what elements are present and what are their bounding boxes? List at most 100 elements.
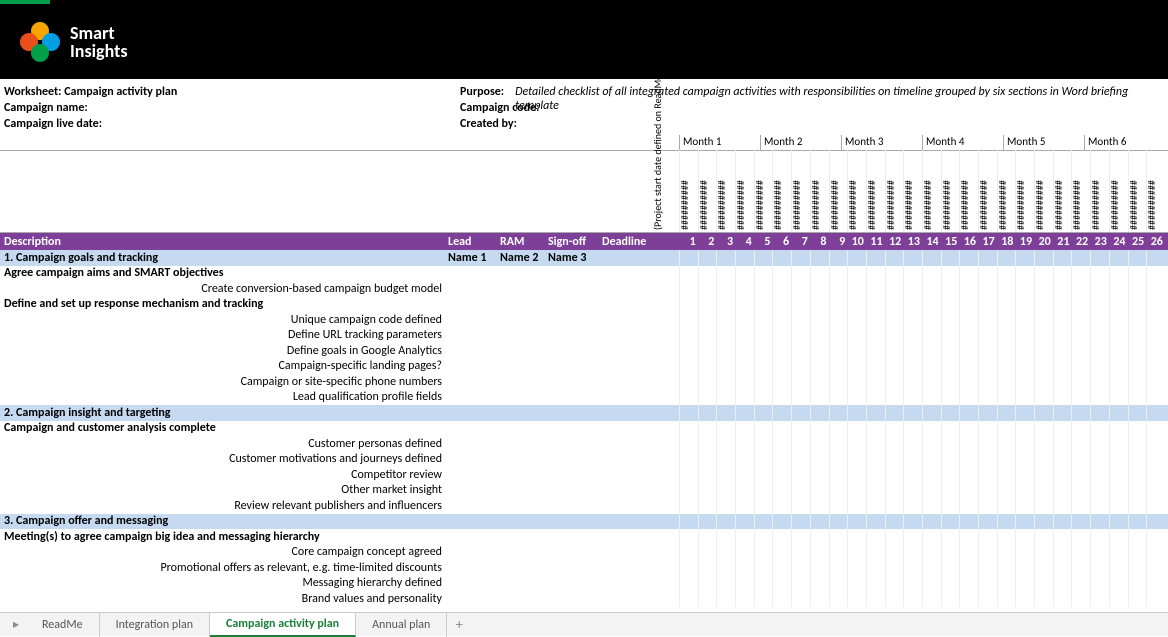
date-column: ##########: [903, 150, 922, 232]
table-row[interactable]: Define and set up response mechanism and…: [0, 297, 1168, 313]
sheet-tabs: ▸ ReadMeIntegration planCampaign activit…: [0, 612, 1168, 636]
table-row[interactable]: Brand values and personality: [0, 591, 1168, 607]
row-timeline: [664, 250, 1168, 266]
table-row[interactable]: Unique campaign code defined: [0, 312, 1168, 328]
date-column: ##########: [772, 150, 791, 232]
table-row[interactable]: Competitor review: [0, 467, 1168, 483]
table-row[interactable]: 2. Campaign insight and targeting: [0, 405, 1168, 421]
date-column: ##########: [978, 150, 997, 232]
table-row[interactable]: Other market insight: [0, 483, 1168, 499]
date-column: ##########: [698, 150, 717, 232]
table-row[interactable]: Agree campaign aims and SMART objectives: [0, 266, 1168, 282]
week-number: 18: [997, 235, 1016, 249]
row-timeline: [664, 312, 1168, 328]
row-description: Create conversion-based campaign budget …: [0, 282, 448, 296]
week-number: 21: [1053, 235, 1072, 249]
row-timeline: [664, 529, 1168, 545]
months-row: Month 1Month 2Month 3Month 4Month 5Month…: [0, 135, 1168, 151]
sheet-tab[interactable]: Annual plan: [356, 613, 447, 637]
row-timeline: [664, 405, 1168, 421]
sheet-tab[interactable]: Campaign activity plan: [210, 613, 356, 637]
month-header: Month 5: [1003, 135, 1084, 150]
column-headers: Description Lead RAM Sign-off Deadline 1…: [0, 233, 1168, 250]
worksheet-label: Worksheet: Campaign activity plan: [4, 85, 177, 101]
table-row[interactable]: Create conversion-based campaign budget …: [0, 281, 1168, 297]
add-sheet-button[interactable]: +: [447, 616, 471, 633]
date-column: ##########: [735, 150, 754, 232]
month-header: Month 6: [1084, 135, 1165, 150]
date-column: ##########: [1109, 150, 1128, 232]
date-column: ##########: [1053, 150, 1072, 232]
row-description: Brand values and personality: [0, 592, 448, 606]
campaign-name-label: Campaign name:: [4, 101, 104, 117]
table-row[interactable]: Campaign-specific landing pages?: [0, 359, 1168, 375]
row-timeline: [664, 297, 1168, 313]
row-timeline: [664, 390, 1168, 406]
tab-nav-prev-icon[interactable]: ▸: [6, 617, 26, 632]
table-row[interactable]: 3. Campaign offer and messaging: [0, 514, 1168, 530]
row-description: Campaign-specific landing pages?: [0, 359, 448, 373]
sheet-tab[interactable]: ReadMe: [26, 613, 100, 637]
week-number: 13: [903, 235, 922, 249]
row-timeline: [664, 483, 1168, 499]
row-description: Customer motivations and journeys define…: [0, 452, 448, 466]
table-row[interactable]: Customer personas defined: [0, 436, 1168, 452]
table-row[interactable]: 1. Campaign goals and trackingName 1Name…: [0, 250, 1168, 266]
table-row[interactable]: Lead qualification profile fields: [0, 390, 1168, 406]
week-number: 14: [922, 235, 941, 249]
date-column: ##########: [922, 150, 941, 232]
week-number: 4: [735, 235, 754, 249]
sheet-tab[interactable]: Integration plan: [100, 613, 210, 637]
table-row[interactable]: Messaging hierarchy defined: [0, 576, 1168, 592]
table-row[interactable]: Promotional offers as relevant, e.g. tim…: [0, 560, 1168, 576]
row-timeline: [664, 545, 1168, 561]
table-row[interactable]: Review relevant publishers and influence…: [0, 498, 1168, 514]
week-number: 23: [1090, 235, 1109, 249]
row-description: Define and set up response mechanism and…: [0, 297, 448, 311]
table-row[interactable]: Define goals in Google Analytics: [0, 343, 1168, 359]
row-signoff: Name 3: [548, 251, 602, 265]
week-number: 9: [829, 235, 848, 249]
row-description: Core campaign concept agreed: [0, 545, 448, 559]
metadata-block: Worksheet: Campaign activity plan Campai…: [0, 79, 1168, 135]
logo-icon: [18, 20, 62, 64]
week-number: 6: [772, 235, 791, 249]
row-timeline: [664, 328, 1168, 344]
purpose-text: Detailed checklist of all integrated cam…: [515, 85, 1164, 101]
week-number: 12: [885, 235, 904, 249]
table-row[interactable]: Define URL tracking parameters: [0, 328, 1168, 344]
week-number: 16: [959, 235, 978, 249]
row-timeline: [664, 576, 1168, 592]
date-column: ##########: [716, 150, 735, 232]
header-signoff: Sign-off: [548, 235, 602, 249]
table-row[interactable]: Customer motivations and journeys define…: [0, 452, 1168, 468]
row-description: Campaign and customer analysis complete: [0, 421, 448, 435]
table-row[interactable]: Campaign or site-specific phone numbers: [0, 374, 1168, 390]
row-timeline: [664, 498, 1168, 514]
row-timeline: [664, 560, 1168, 576]
row-timeline: [664, 343, 1168, 359]
campaign-code-label: Campaign code:: [460, 101, 560, 117]
month-header: Month 4: [922, 135, 1003, 150]
row-timeline: [664, 374, 1168, 390]
table-row[interactable]: Core campaign concept agreed: [0, 545, 1168, 561]
row-description: Lead qualification profile fields: [0, 390, 448, 404]
spreadsheet-content: Month 1Month 2Month 3Month 4Month 5Month…: [0, 135, 1168, 607]
row-timeline: [664, 467, 1168, 483]
date-column: ##########: [997, 150, 1016, 232]
week-number: 11: [866, 235, 885, 249]
banner: SmartInsights: [0, 4, 1168, 79]
row-description: Define URL tracking parameters: [0, 328, 448, 342]
week-number: 3: [716, 235, 735, 249]
table-row[interactable]: Campaign and customer analysis complete: [0, 421, 1168, 437]
campaign-live-label: Campaign live date:: [4, 117, 102, 133]
logo-text: SmartInsights: [70, 24, 128, 60]
row-ram: Name 2: [500, 251, 548, 265]
table-row[interactable]: Meeting(s) to agree campaign big idea an…: [0, 529, 1168, 545]
purpose-label: Purpose:: [460, 85, 515, 101]
header-ram: RAM: [500, 235, 548, 249]
week-number: 20: [1034, 235, 1053, 249]
row-description: 3. Campaign offer and messaging: [0, 514, 448, 528]
week-number: 2: [698, 235, 717, 249]
row-description: 1. Campaign goals and tracking: [0, 251, 448, 265]
